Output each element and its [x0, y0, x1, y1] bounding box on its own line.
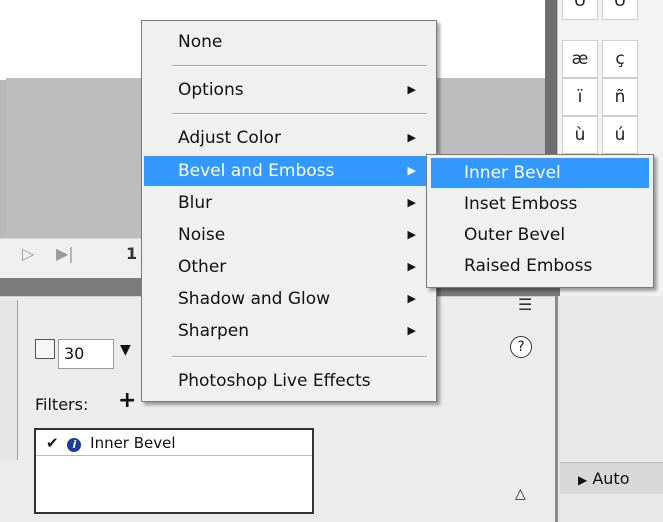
menu-item-label: Blur [178, 193, 213, 213]
menu-separator [172, 113, 427, 115]
auto-bar[interactable]: ▶ Auto [560, 462, 663, 494]
menu-item-adjust-color[interactable]: Adjust Color ▶ [144, 123, 434, 153]
menu-item-other[interactable]: Other ▶ [144, 252, 434, 282]
menu-item-sharpen[interactable]: Sharpen ▶ [144, 316, 434, 346]
size-icon [35, 339, 55, 359]
submenu-arrow-icon: ▶ [407, 196, 416, 209]
help-icon[interactable]: ? [510, 336, 532, 358]
character-cell[interactable]: ñ [602, 78, 638, 116]
character-cell[interactable]: ù [562, 116, 598, 154]
submenu-item-inner-bevel[interactable]: Inner Bevel [431, 158, 649, 188]
menu-item-label: Noise [178, 225, 226, 245]
character-cell[interactable]: ç [602, 40, 638, 78]
character-cell[interactable]: æ [562, 40, 598, 78]
menu-item-options[interactable]: Options ▶ [144, 75, 434, 105]
menu-item-label: Adjust Color [178, 128, 281, 148]
collapse-icon[interactable]: △ [515, 486, 526, 502]
play-icon[interactable]: ▷ [22, 244, 34, 263]
menu-item-noise[interactable]: Noise ▶ [144, 220, 434, 250]
submenu-arrow-icon: ▶ [407, 324, 416, 337]
chevron-down-icon[interactable]: ▼ [120, 342, 136, 362]
auto-label: Auto [592, 469, 630, 488]
menu-separator [172, 65, 427, 67]
filters-list[interactable]: ✔ i Inner Bevel [34, 428, 314, 514]
bevel-emboss-submenu: Inner Bevel Inset Emboss Outer Bevel Raised… [426, 154, 654, 288]
check-icon[interactable]: ✔ [46, 434, 59, 452]
character-cell[interactable]: Ü [562, 0, 598, 20]
filter-row[interactable]: ✔ i Inner Bevel [36, 430, 312, 456]
submenu-item-outer-bevel[interactable]: Outer Bevel [431, 220, 649, 250]
menu-item-label: Options [178, 80, 244, 100]
character-cell[interactable]: ï [562, 78, 598, 116]
menu-item-none[interactable]: None [144, 27, 434, 57]
character-cell[interactable]: Ü [602, 0, 638, 20]
step-forward-icon[interactable]: ▶| [56, 244, 74, 263]
menu-item-shadow-and-glow[interactable]: Shadow and Glow ▶ [144, 284, 434, 314]
info-icon: i [67, 438, 82, 452]
panel-options-icon[interactable]: ☰ [518, 295, 532, 314]
submenu-arrow-icon: ▶ [407, 260, 416, 273]
menu-separator [172, 356, 427, 358]
value-field[interactable]: 30 [58, 339, 114, 369]
menu-item-label: Shadow and Glow [178, 289, 331, 309]
submenu-item-inset-emboss[interactable]: Inset Emboss [431, 189, 649, 219]
submenu-item-raised-emboss[interactable]: Raised Emboss [431, 251, 649, 281]
menu-item-label: Bevel and Emboss [178, 161, 335, 181]
filter-label: Inner Bevel [90, 434, 176, 452]
submenu-arrow-icon: ▶ [407, 164, 416, 177]
add-filter-icon[interactable]: + [118, 388, 136, 413]
submenu-arrow-icon: ▶ [407, 292, 416, 305]
menu-item-blur[interactable]: Blur ▶ [144, 188, 434, 218]
menu-item-label: None [178, 32, 223, 52]
menu-item-bevel-and-emboss[interactable]: Bevel and Emboss ▶ [144, 156, 434, 186]
submenu-arrow-icon: ▶ [407, 83, 416, 96]
character-cell[interactable]: ú [602, 116, 638, 154]
frame-number: 1 [126, 244, 138, 263]
expand-arrow-icon: ▶ [578, 473, 588, 487]
filters-label: Filters: [35, 395, 89, 414]
submenu-arrow-icon: ▶ [407, 131, 416, 144]
submenu-arrow-icon: ▶ [407, 228, 416, 241]
menu-item-label: Other [178, 257, 227, 277]
menu-item-label: Photoshop Live Effects [178, 371, 371, 391]
menu-item-photoshop-live-effects[interactable]: Photoshop Live Effects [144, 366, 434, 396]
filters-context-menu: None Options ▶ Adjust Color ▶ Bevel and Embos… [141, 20, 437, 402]
menu-item-label: Sharpen [178, 321, 249, 341]
properties-left-edge [0, 300, 18, 460]
